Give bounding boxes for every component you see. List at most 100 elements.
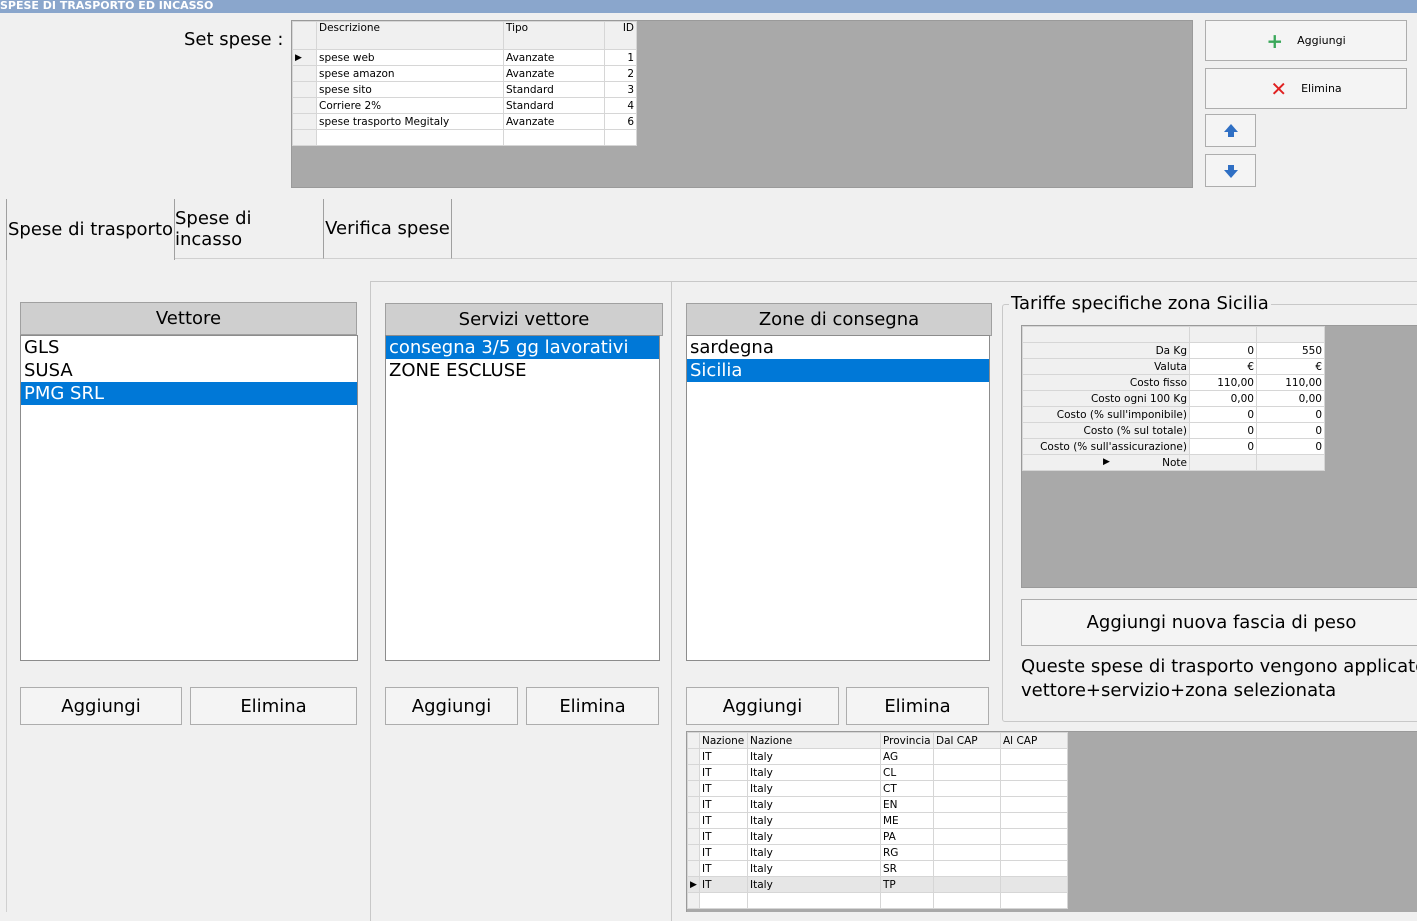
list-item[interactable]: sardegna [687,336,989,359]
tariffe-cell-1[interactable]: 0,00 [1189,390,1257,407]
column-header-tipo[interactable]: Tipo [503,21,605,50]
tariffe-cell-1[interactable]: 0 [1189,438,1257,455]
tariffe-cell-2[interactable]: 550 [1256,342,1325,359]
add-set-button[interactable]: + Aggiungi [1205,20,1407,61]
move-up-button[interactable] [1205,114,1256,147]
zone-add-button[interactable]: Aggiungi [686,687,839,725]
column-header-descrizione[interactable]: Descrizione [316,21,504,50]
tariffe-cell-1[interactable]: 110,00 [1189,374,1257,391]
tariffe-cell-1[interactable]: € [1189,358,1257,375]
zone-delete-button[interactable]: Elimina [846,687,989,725]
table-row[interactable]: IT Italy RG [687,844,1068,861]
tariffe-cell-1[interactable]: 0 [1189,422,1257,439]
row-selector[interactable] [292,81,317,98]
row-selector[interactable] [687,860,700,877]
tariffe-row-label[interactable]: Costo (% sul totale) [1022,422,1190,439]
table-row[interactable]: Da Kg 0 550 [1022,342,1325,359]
row-selector[interactable] [687,844,700,861]
table-row[interactable]: spese sito Standard 3 [292,81,637,98]
column-header-provincia[interactable]: Provincia [880,732,934,749]
table-row[interactable]: IT Italy CL [687,764,1068,781]
add-weight-band-button[interactable]: Aggiungi nuova fascia di peso [1021,599,1417,646]
table-row[interactable]: Costo fisso 110,00 110,00 [1022,374,1325,391]
table-row[interactable]: IT Italy PA [687,828,1068,845]
table-row[interactable]: IT Italy EN [687,796,1068,813]
column-header-nazione[interactable]: Nazione [747,732,881,749]
table-row[interactable]: Costo (% sull'imponibile) 0 0 [1022,406,1325,423]
row-selector[interactable] [687,828,700,845]
new-row[interactable] [292,129,637,146]
column-header-id[interactable]: ID [604,21,637,50]
list-item[interactable]: ZONE ESCLUSE [386,359,659,382]
tariffe-cell-2[interactable] [1256,454,1325,471]
column-header-nazione-code[interactable]: Nazione [699,732,748,749]
delete-set-button[interactable]: ✕ Elimina [1205,68,1407,109]
zone-list[interactable]: sardegna Sicilia [686,335,990,661]
vettore-list[interactable]: GLS SUSA PMG SRL [20,335,358,661]
tariffe-cell-2[interactable]: € [1256,358,1325,375]
table-row[interactable]: IT Italy ME [687,812,1068,829]
list-item[interactable]: Sicilia [687,359,989,382]
row-selector[interactable] [687,764,700,781]
table-row[interactable]: IT Italy AG [687,748,1068,765]
table-row[interactable]: ▶ IT Italy TP [687,876,1068,893]
table-row[interactable]: Valuta € € [1022,358,1325,375]
tariffe-cell-2[interactable]: 0 [1256,406,1325,423]
tariffe-row-label[interactable]: Costo ogni 100 Kg [1022,390,1190,407]
set-spese-grid[interactable]: Descrizione Tipo ID ▶ spese web Avanzate 1 s… [291,20,1193,188]
table-row[interactable]: IT Italy CT [687,780,1068,797]
table-row[interactable]: Costo (% sull'assicurazione) 0 0 [1022,438,1325,455]
tab-spese-incasso[interactable]: Spese di incasso [175,199,324,259]
row-selector[interactable]: ▶ [292,49,317,66]
table-row[interactable]: Corriere 2% Standard 4 [292,97,637,114]
tariffe-row-label[interactable]: Valuta [1022,358,1190,375]
tariffe-row-label[interactable]: Da Kg [1022,342,1190,359]
tariffe-column-header-1[interactable] [1189,326,1257,343]
table-row[interactable]: spese amazon Avanzate 2 [292,65,637,82]
row-selector[interactable] [292,65,317,82]
tariffe-cell-1[interactable] [1189,454,1257,471]
row-selector[interactable] [292,97,317,114]
table-row[interactable]: spese trasporto Megitaly Avanzate 6 [292,113,637,130]
tariffe-row-label[interactable]: Costo (% sull'imponibile) [1022,406,1190,423]
row-selector[interactable] [292,129,317,146]
tariffe-row-label[interactable]: Costo (% sull'assicurazione) [1022,438,1190,455]
list-item[interactable]: GLS [21,336,357,359]
tariffe-row-label[interactable]: ▶ Note [1022,454,1190,471]
vettore-add-button[interactable]: Aggiungi [20,687,182,725]
row-selector[interactable] [687,812,700,829]
column-header-dal-cap[interactable]: Dal CAP [933,732,1001,749]
row-selector[interactable] [292,113,317,130]
row-selector[interactable] [687,748,700,765]
table-row[interactable]: Costo (% sul totale) 0 0 [1022,422,1325,439]
tariffe-cell-1[interactable]: 0 [1189,342,1257,359]
table-row[interactable]: Costo ogni 100 Kg 0,00 0,00 [1022,390,1325,407]
vettore-delete-button[interactable]: Elimina [190,687,357,725]
column-header-al-cap[interactable]: Al CAP [1000,732,1068,749]
servizi-delete-button[interactable]: Elimina [526,687,659,725]
row-selector[interactable] [687,796,700,813]
table-row[interactable]: ▶ Note [1022,454,1325,471]
tariffe-cell-2[interactable]: 110,00 [1256,374,1325,391]
tariffe-cell-1[interactable]: 0 [1189,406,1257,423]
list-item[interactable]: SUSA [21,359,357,382]
list-item[interactable]: PMG SRL [21,382,357,405]
tab-spese-trasporto[interactable]: Spese di trasporto [6,199,175,260]
row-selector[interactable] [687,780,700,797]
tariffe-row-label[interactable]: Costo fisso [1022,374,1190,391]
servizi-list[interactable]: consegna 3/5 gg lavorativi ZONE ESCLUSE [385,335,660,661]
new-row[interactable] [687,892,1068,909]
list-item[interactable]: consegna 3/5 gg lavorativi [386,336,659,359]
tariffe-cell-2[interactable]: 0,00 [1256,390,1325,407]
tab-verifica-spese[interactable]: Verifica spese [324,199,452,259]
tariffe-column-header-2[interactable] [1256,326,1325,343]
tariffe-cell-2[interactable]: 0 [1256,422,1325,439]
move-down-button[interactable] [1205,154,1256,187]
table-row[interactable]: ▶ spese web Avanzate 1 [292,49,637,66]
servizi-add-button[interactable]: Aggiungi [385,687,518,725]
row-selector[interactable]: ▶ [687,876,700,893]
tariffe-cell-2[interactable]: 0 [1256,438,1325,455]
table-row[interactable]: IT Italy SR [687,860,1068,877]
tariffe-grid[interactable]: Da Kg 0 550 Valuta € € Costo fisso 110,00 110,00… [1021,325,1417,588]
province-grid[interactable]: Nazione Nazione Provincia Dal CAP Al CAP… [686,731,1417,912]
